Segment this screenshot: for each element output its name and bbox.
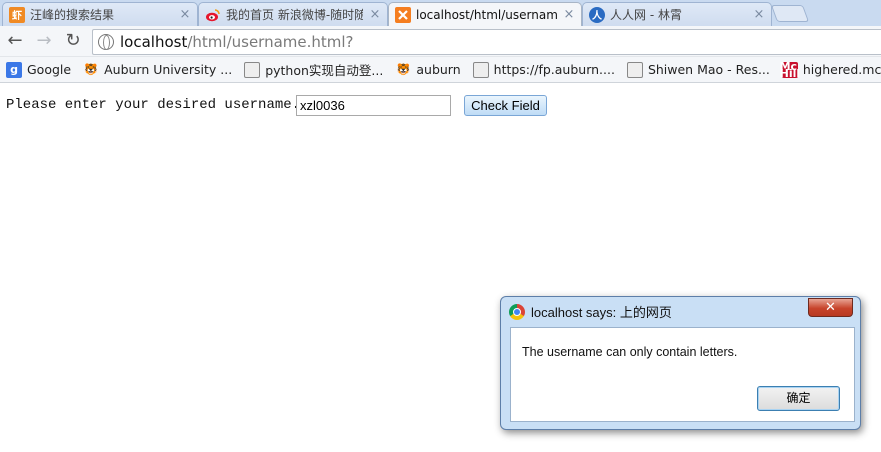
bookmark-google[interactable]: g Google: [6, 61, 72, 78]
page-info-icon[interactable]: [98, 34, 114, 50]
chrome-icon: [509, 303, 525, 320]
reload-icon: ↻: [65, 30, 81, 51]
username-prompt: Please enter your desired username.: [6, 97, 301, 113]
dialog-message: The username can only contain letters.: [522, 345, 738, 359]
address-bar[interactable]: localhost/html/username.html?: [92, 29, 881, 55]
dialog-body: The username can only contain letters. 确…: [510, 327, 855, 422]
bookmark-label: Google: [27, 62, 72, 77]
bookmark-label: https://fp.auburn....: [493, 62, 615, 77]
username-input[interactable]: [296, 95, 451, 116]
google-icon: g: [6, 61, 22, 78]
weibo-icon: [205, 7, 221, 23]
bookmark-fp-auburn[interactable]: https://fp.auburn....: [472, 61, 615, 78]
dialog-title: localhost says: 上的网页: [531, 305, 672, 320]
tab-search-results[interactable]: 虾 汪峰的搜索结果 ×: [2, 2, 198, 26]
xiami-icon: 虾: [9, 6, 25, 23]
new-tab-button[interactable]: [770, 5, 810, 22]
dialog-titlebar: localhost says: 上的网页: [501, 297, 860, 326]
reload-button[interactable]: ↻: [62, 30, 84, 52]
forward-arrow-icon: →: [36, 30, 52, 51]
close-icon: ✕: [825, 300, 836, 315]
tiger-icon: 🐯: [84, 63, 98, 76]
globe-icon: [244, 61, 261, 78]
tab-strip: 虾 汪峰的搜索结果 × 我的首页 新浪微博-随时随 × localhost/ht…: [0, 0, 881, 26]
close-icon[interactable]: ×: [369, 7, 381, 22]
globe-icon: [626, 61, 643, 78]
tab-localhost-username[interactable]: localhost/html/username ×: [388, 2, 582, 26]
bookmark-label: Auburn University ...: [104, 62, 233, 77]
bookmark-shiwen-mao[interactable]: Shiwen Mao - Res...: [626, 61, 770, 78]
bookmark-label: auburn: [416, 62, 461, 77]
renren-icon: 人: [589, 6, 605, 23]
bookmark-auburn[interactable]: 🐯 auburn: [395, 62, 461, 78]
bookmark-label: Shiwen Mao - Res...: [647, 62, 770, 77]
alert-dialog: localhost says: 上的网页 ✕ The username can …: [500, 296, 861, 430]
bookmark-label: highered.mcgraw-: [802, 62, 881, 77]
xampp-icon: [395, 6, 411, 23]
tab-title: 人人网 - 林霄: [610, 8, 682, 22]
tab-title: 我的首页 新浪微博-随时随: [226, 8, 363, 22]
tab-title: localhost/html/username: [416, 7, 557, 22]
close-icon[interactable]: ×: [753, 7, 765, 22]
url-path: /html/username.html?: [187, 33, 354, 51]
tiger-icon: 🐯: [396, 63, 411, 76]
back-arrow-icon: ←: [7, 30, 23, 51]
close-icon[interactable]: ×: [179, 7, 191, 22]
ok-button[interactable]: 确定: [757, 386, 840, 411]
tab-renren[interactable]: 人 人人网 - 林霄 ×: [582, 2, 772, 26]
bookmark-auburn-university[interactable]: 🐯 Auburn University ...: [83, 62, 232, 78]
tab-weibo[interactable]: 我的首页 新浪微博-随时随 ×: [198, 2, 388, 26]
dialog-close-button[interactable]: ✕: [808, 298, 853, 317]
bookmarks-bar: g Google 🐯 Auburn University ... python实…: [0, 57, 881, 83]
close-icon[interactable]: ×: [563, 7, 575, 22]
url-host: localhost: [120, 33, 188, 51]
mcgraw-icon: Mc Hill: [779, 59, 801, 80]
back-button[interactable]: ←: [4, 30, 26, 52]
check-field-button[interactable]: Check Field: [464, 95, 547, 116]
globe-icon: [472, 61, 489, 78]
bookmark-mcgraw[interactable]: McHill highered.mcgraw-: [779, 59, 881, 80]
tab-title: 汪峰的搜索结果: [30, 8, 115, 22]
browser-toolbar: ← → ↻ localhost/html/username.html?: [0, 26, 881, 57]
bookmark-python[interactable]: python实现自动登...: [244, 60, 383, 79]
url-text: localhost/html/username.html?: [120, 33, 354, 51]
forward-button[interactable]: →: [33, 30, 55, 52]
bookmark-label: python实现自动登...: [265, 63, 384, 78]
